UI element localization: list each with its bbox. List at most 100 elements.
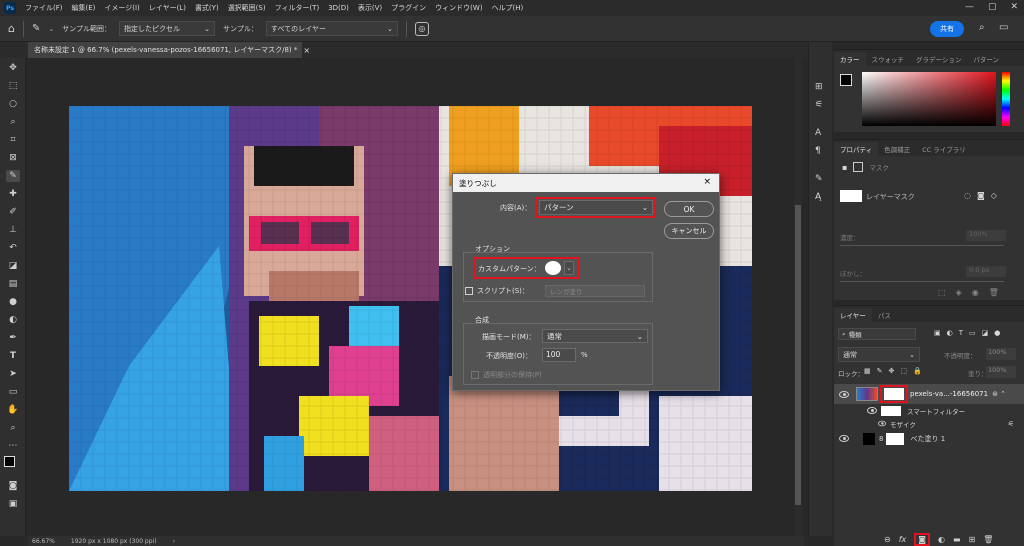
stamp-tool-icon[interactable]: ⊥ — [6, 224, 20, 236]
mode-select[interactable]: 通常 ⌄ — [542, 329, 648, 343]
density-slider[interactable] — [840, 245, 1004, 246]
hand-tool-icon[interactable]: ✋ — [6, 404, 20, 416]
layer-name[interactable]: モザイク — [890, 419, 916, 429]
feather-slider[interactable] — [840, 281, 1004, 282]
pen-tool-icon[interactable]: ✒ — [6, 332, 20, 344]
menu-file[interactable]: ファイル(F) — [25, 3, 63, 13]
paragraph-icon[interactable]: ¶ — [815, 146, 821, 156]
minimize-icon[interactable]: — — [965, 2, 974, 12]
menu-view[interactable]: 表示(V) — [358, 3, 382, 13]
lock-position-icon[interactable]: ✥ — [889, 367, 895, 375]
opacity-field[interactable]: 100 — [542, 348, 576, 362]
color-field[interactable] — [862, 72, 996, 126]
tab-paths[interactable]: パス — [872, 308, 897, 322]
tab-gradients[interactable]: グラデーション — [910, 52, 967, 66]
add-mask-button-highlighted[interactable]: ◙ — [914, 533, 931, 546]
menu-image[interactable]: イメージ(I) — [104, 3, 139, 13]
layer-row[interactable]: pexels-va...-16656071 ⊛ ⌃ — [834, 384, 1024, 404]
filter-pixel-icon[interactable]: ▣ — [934, 329, 941, 337]
sample-size-select[interactable]: 指定したピクセル ⌄ — [119, 21, 216, 36]
feather-field[interactable]: 0.0 px — [966, 266, 1006, 277]
layer-name[interactable]: pexels-va...-16656071 — [910, 390, 988, 398]
visibility-eye-icon[interactable] — [839, 435, 849, 442]
document-tab[interactable]: 名称未設定 1 @ 66.7% (pexels-vanessa-pozos-16… — [28, 42, 310, 58]
delete-mask-icon[interactable]: 🗑 — [989, 288, 999, 297]
foreground-color-swatch[interactable] — [4, 456, 15, 467]
filter-toggle-icon[interactable]: ● — [994, 329, 1000, 337]
load-selection-icon[interactable]: ⬚ — [938, 288, 946, 297]
layer-row[interactable]: スマートフィルター — [834, 404, 1024, 417]
menu-3d[interactable]: 3D(D) — [328, 4, 349, 12]
layer-row[interactable]: 8 べた塗り 1 — [834, 430, 1024, 447]
layer-row[interactable]: モザイク ⚟ — [834, 417, 1024, 430]
tab-close-icon[interactable]: × — [303, 46, 310, 55]
menu-plugins[interactable]: プラグイン — [391, 3, 426, 13]
share-button[interactable]: 共有 — [930, 21, 964, 37]
healing-tool-icon[interactable]: ✚ — [6, 188, 20, 200]
visibility-eye-icon[interactable] — [867, 407, 877, 414]
sampling-ring-icon[interactable]: ◎ — [414, 21, 429, 36]
frame-tool-icon[interactable]: ⊠ — [6, 152, 20, 164]
gradient-tool-icon[interactable]: ▤ — [6, 278, 20, 290]
add-mask-icon[interactable]: ◙ — [977, 191, 985, 200]
menu-type[interactable]: 書式(Y) — [195, 3, 219, 13]
hue-slider[interactable] — [1002, 72, 1010, 126]
menu-help[interactable]: ヘルプ(H) — [492, 3, 524, 13]
eyedropper-tool-icon[interactable]: ✎ — [32, 23, 40, 34]
search-icon[interactable]: ⌕ — [979, 22, 985, 33]
visibility-eye-icon[interactable] — [839, 390, 849, 398]
chevron-down-icon[interactable]: ⌄ — [564, 261, 574, 275]
new-group-icon[interactable]: ▬ — [953, 535, 961, 544]
pattern-swatch[interactable] — [545, 261, 561, 275]
apply-mask-icon[interactable]: ◈ — [956, 288, 962, 297]
lock-transparent-icon[interactable]: ▦ — [864, 367, 871, 375]
vector-mask-icon[interactable] — [853, 162, 864, 172]
dialog-title-bar[interactable]: 塗りつぶし × — [453, 174, 719, 192]
trash-icon[interactable]: 🗑 — [983, 535, 993, 544]
path-select-tool-icon[interactable]: ➤ — [6, 368, 20, 380]
blur-tool-icon[interactable]: ● — [6, 296, 20, 308]
quick-mask-icon[interactable]: ◙ — [6, 480, 20, 492]
tab-color[interactable]: カラー — [834, 52, 866, 66]
cancel-button[interactable]: キャンセル — [664, 223, 714, 239]
sample-select[interactable]: すべてのレイヤー ⌄ — [265, 21, 398, 36]
fg-color-chip[interactable] — [840, 74, 852, 86]
tab-properties[interactable]: プロパティ — [834, 142, 879, 156]
script-checkbox[interactable] — [465, 287, 473, 295]
filter-smart-icon[interactable]: ◪ — [982, 329, 989, 337]
chevron-right-icon[interactable]: › — [173, 538, 175, 545]
maximize-icon[interactable]: ▢ — [988, 2, 997, 12]
menu-edit[interactable]: 編集(E) — [72, 3, 96, 13]
disable-mask-icon[interactable]: ◉ — [972, 288, 979, 297]
menu-select[interactable]: 選択範囲(S) — [228, 3, 266, 13]
link-layers-icon[interactable]: ⊖ — [884, 535, 891, 544]
eraser-tool-icon[interactable]: ◪ — [6, 260, 20, 272]
filter-shape-icon[interactable]: ▭ — [969, 329, 976, 337]
vertical-scroll-thumb[interactable] — [795, 205, 801, 505]
select-mask-icon[interactable]: ◌ — [964, 191, 971, 200]
zoom-tool-icon[interactable]: ⌕ — [6, 422, 20, 434]
character-icon[interactable]: A — [815, 128, 821, 138]
filter-type-icon[interactable]: T — [959, 329, 963, 337]
zoom-level[interactable]: 66.67% — [32, 538, 55, 545]
fill-field[interactable]: 100% — [986, 366, 1016, 378]
menu-layer[interactable]: レイヤー(L) — [149, 3, 186, 13]
ok-button[interactable]: OK — [664, 201, 714, 217]
tab-cc-libraries[interactable]: CC ライブラリ — [916, 142, 972, 156]
tab-patterns[interactable]: パターン — [967, 52, 1005, 66]
window-close-icon[interactable]: ✕ — [1010, 2, 1018, 12]
eyedropper-tool-icon[interactable]: ✎ — [6, 170, 20, 182]
dodge-tool-icon[interactable]: ◐ — [6, 314, 20, 326]
adjustment-layer-icon[interactable]: ◐ — [938, 535, 945, 544]
layer-name[interactable]: べた塗り 1 — [910, 434, 945, 444]
new-layer-icon[interactable]: ⊞ — [969, 535, 976, 544]
pixel-mask-icon[interactable]: ▪ — [842, 163, 847, 172]
fx-icon[interactable]: fx — [899, 535, 907, 544]
workspace-icon[interactable]: ▭ — [999, 22, 1008, 33]
crop-tool-icon[interactable]: ⌗ — [6, 134, 20, 146]
layer-filter-select[interactable]: ⌕ 種類 — [838, 328, 916, 340]
lock-artboard-icon[interactable]: ⬚ — [900, 367, 907, 375]
home-icon[interactable]: ⌂ — [8, 22, 15, 35]
type-tool-icon[interactable]: T — [6, 350, 20, 362]
lasso-tool-icon[interactable]: ○ — [6, 98, 20, 110]
